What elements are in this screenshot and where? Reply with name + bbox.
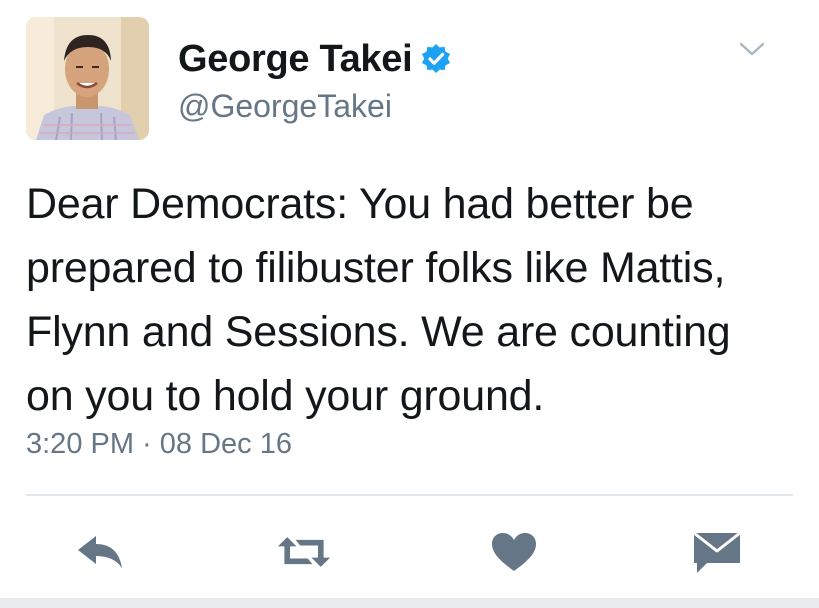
reply-button[interactable] <box>72 525 128 579</box>
avatar-image <box>26 17 149 140</box>
retweet-button[interactable] <box>276 525 332 579</box>
author-name-row: George Takei <box>178 34 452 84</box>
bottom-edge <box>0 598 819 608</box>
divider <box>26 494 793 496</box>
direct-message-button[interactable] <box>689 525 745 579</box>
heart-icon <box>492 533 536 571</box>
author-display-name[interactable]: George Takei <box>178 38 413 81</box>
chevron-down-icon[interactable] <box>738 38 766 60</box>
verified-badge-icon <box>420 43 452 75</box>
tweet-text-line: prepared to filibuster folks like Mattis… <box>26 244 726 292</box>
author-handle[interactable]: @GeorgeTakei <box>178 88 392 125</box>
tweet-text-line: Dear Democrats: You had better be <box>26 180 694 228</box>
tweet-text: Dear Democrats: You had better be prepar… <box>26 172 806 428</box>
envelope-icon <box>693 531 741 573</box>
retweet-icon <box>277 537 331 567</box>
reply-icon <box>78 536 122 568</box>
like-button[interactable] <box>486 525 542 579</box>
tweet-text-line: Flynn and Sessions. We are counting <box>26 308 731 356</box>
avatar[interactable] <box>26 17 149 140</box>
tweet-text-line: on you to hold your ground. <box>26 372 545 420</box>
tweet-timestamp: 3:20 PM · 08 Dec 16 <box>26 428 292 460</box>
